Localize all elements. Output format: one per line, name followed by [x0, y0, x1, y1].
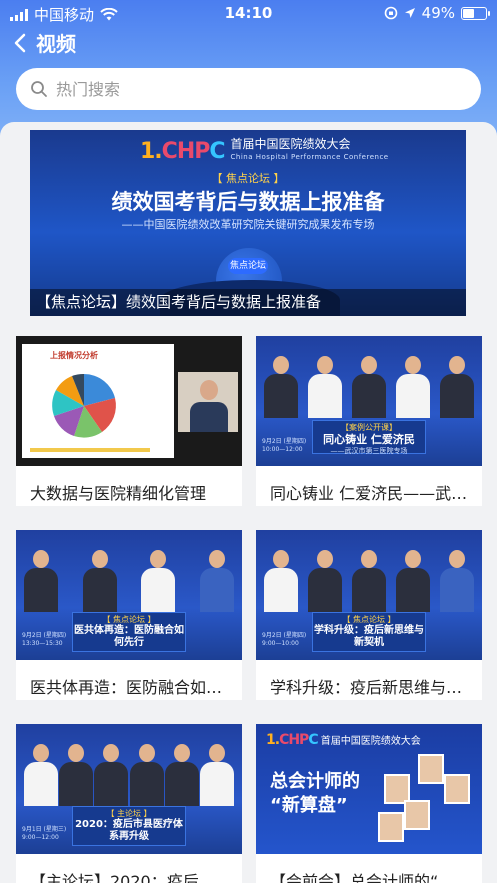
speaker-portrait	[378, 812, 404, 842]
speaker-figure	[59, 738, 94, 806]
speaker-figure	[396, 544, 430, 612]
session-date: 9月2日 (星期四) 10:00—12:00	[262, 438, 307, 453]
speaker-portrait	[418, 754, 444, 784]
status-right: 49%	[384, 4, 490, 22]
page-title: 视频	[36, 32, 76, 56]
video-title: 【会前会】总会计师的“新算盘”	[270, 872, 470, 883]
session-banner: 【案例公开课】 同心铸业 仁爱济民 ——武汉市第三医院专场	[312, 420, 426, 455]
speaker-portrait	[404, 800, 430, 830]
session-banner: 【 焦点论坛 】 学科升级：疫后新思维与新契机	[312, 612, 426, 652]
video-title: 【主论坛】2020：疫后市县医疗体系再升级	[30, 872, 230, 883]
speaker-figure	[396, 350, 430, 418]
speaker-figure	[264, 544, 298, 612]
speaker-group	[24, 734, 234, 806]
speaker-figure	[24, 738, 58, 806]
session-title-graphic: 总会计师的 “新算盘”	[270, 771, 360, 816]
video-thumbnail: 【 焦点论坛 】 学科升级：疫后新思维与新契机 9月2日 (星期四) 9:00—…	[256, 530, 482, 660]
featured-tag: 【 焦点论坛 】	[211, 172, 285, 185]
location-icon	[404, 8, 415, 18]
video-thumbnail: 【 主论坛 】 2020：疫后市县医疗体系再升级 9月1日 (星期三) 9:00…	[16, 724, 242, 854]
video-thumbnail: 【案例公开课】 同心铸业 仁爱济民 ——武汉市第三医院专场 9月2日 (星期四)…	[256, 336, 482, 466]
session-banner: 【 主论坛 】 2020：疫后市县医疗体系再升级	[72, 806, 186, 846]
session-date: 9月2日 (星期四) 9:00—10:00	[262, 632, 307, 647]
pie-chart-graphic	[30, 373, 150, 452]
video-thumbnail: 1.CHPC 首届中国医院绩效大会 总会计师的 “新算盘”	[256, 724, 482, 854]
chevron-left-icon	[14, 33, 26, 52]
speaker-head	[200, 380, 218, 400]
featured-headline: 绩效国考背后与数据上报准备	[111, 190, 385, 214]
speaker-figure	[199, 738, 234, 806]
featured-subline: ——中国医院绩效改革研究院关键研究成果发布专场	[121, 218, 375, 231]
speaker-group	[264, 346, 474, 418]
search-icon	[31, 81, 47, 97]
speaker-figure	[141, 544, 176, 612]
search-input[interactable]	[56, 79, 436, 99]
logo-text: 首届中国医院绩效大会 China Hospital Performance Co…	[230, 137, 389, 162]
orientation-lock-icon	[384, 6, 397, 20]
session-banner: 【 焦点论坛 】 医共体再造：医防融合如何先行	[72, 612, 186, 652]
logo-mark: 1.CHPC	[140, 138, 226, 164]
speaker-figure	[164, 738, 199, 806]
speaker-portraits	[374, 754, 474, 844]
presentation-slide: 上报情况分析	[22, 344, 174, 458]
battery-fill	[463, 8, 474, 18]
status-bar: 中国移动 14:10 49%	[0, 0, 497, 26]
speaker-figure	[440, 544, 474, 612]
speaker-figure	[352, 544, 386, 612]
video-thumbnail: 【 焦点论坛 】 医共体再造：医防融合如何先行 9月2日 (星期四) 13:30…	[16, 530, 242, 660]
featured-video[interactable]: 1.CHPC 首届中国医院绩效大会 China Hospital Perform…	[30, 130, 466, 316]
featured-caption: 【焦点论坛】绩效国考背后与数据上报准备	[30, 289, 466, 316]
speaker-figure	[352, 350, 386, 418]
speaker-figure	[308, 544, 342, 612]
video-title: 大数据与医院精细化管理	[30, 484, 207, 503]
video-title: 医共体再造：医防融合如何先行	[30, 678, 230, 697]
speaker-figure	[308, 350, 342, 418]
battery-percent: 49%	[421, 4, 455, 22]
speaker-group	[264, 540, 474, 612]
search-bar[interactable]	[16, 68, 481, 110]
speaker-figure	[94, 738, 129, 806]
nav-bar: 视频	[0, 28, 497, 60]
speaker-figure	[129, 738, 164, 806]
video-title: 同心铸业 仁爱济民——武汉市第三医院专场	[270, 484, 470, 503]
session-date: 9月2日 (星期四) 13:30—15:30	[22, 632, 67, 647]
video-title: 学科升级：疫后新思维与新契机	[270, 678, 470, 697]
featured-badge: 焦点论坛	[228, 258, 268, 274]
speaker-figure	[264, 350, 298, 418]
conference-logo: 1.CHPC 首届中国医院绩效大会	[266, 732, 421, 748]
speaker-figure	[440, 350, 474, 418]
video-thumbnail: 上报情况分析	[16, 336, 242, 466]
session-date: 9月1日 (星期三) 9:00—12:00	[22, 826, 67, 841]
speaker-body	[190, 402, 228, 432]
speaker-figure	[24, 544, 58, 612]
conference-logo: 1.CHPC 首届中国医院绩效大会 China Hospital Perform…	[140, 138, 389, 164]
speaker-group	[24, 540, 234, 612]
speaker-portrait	[444, 774, 470, 804]
speaker-figure	[82, 544, 117, 612]
speaker-figure	[199, 544, 234, 612]
back-button[interactable]: 视频	[14, 28, 76, 57]
battery-icon	[461, 6, 490, 20]
